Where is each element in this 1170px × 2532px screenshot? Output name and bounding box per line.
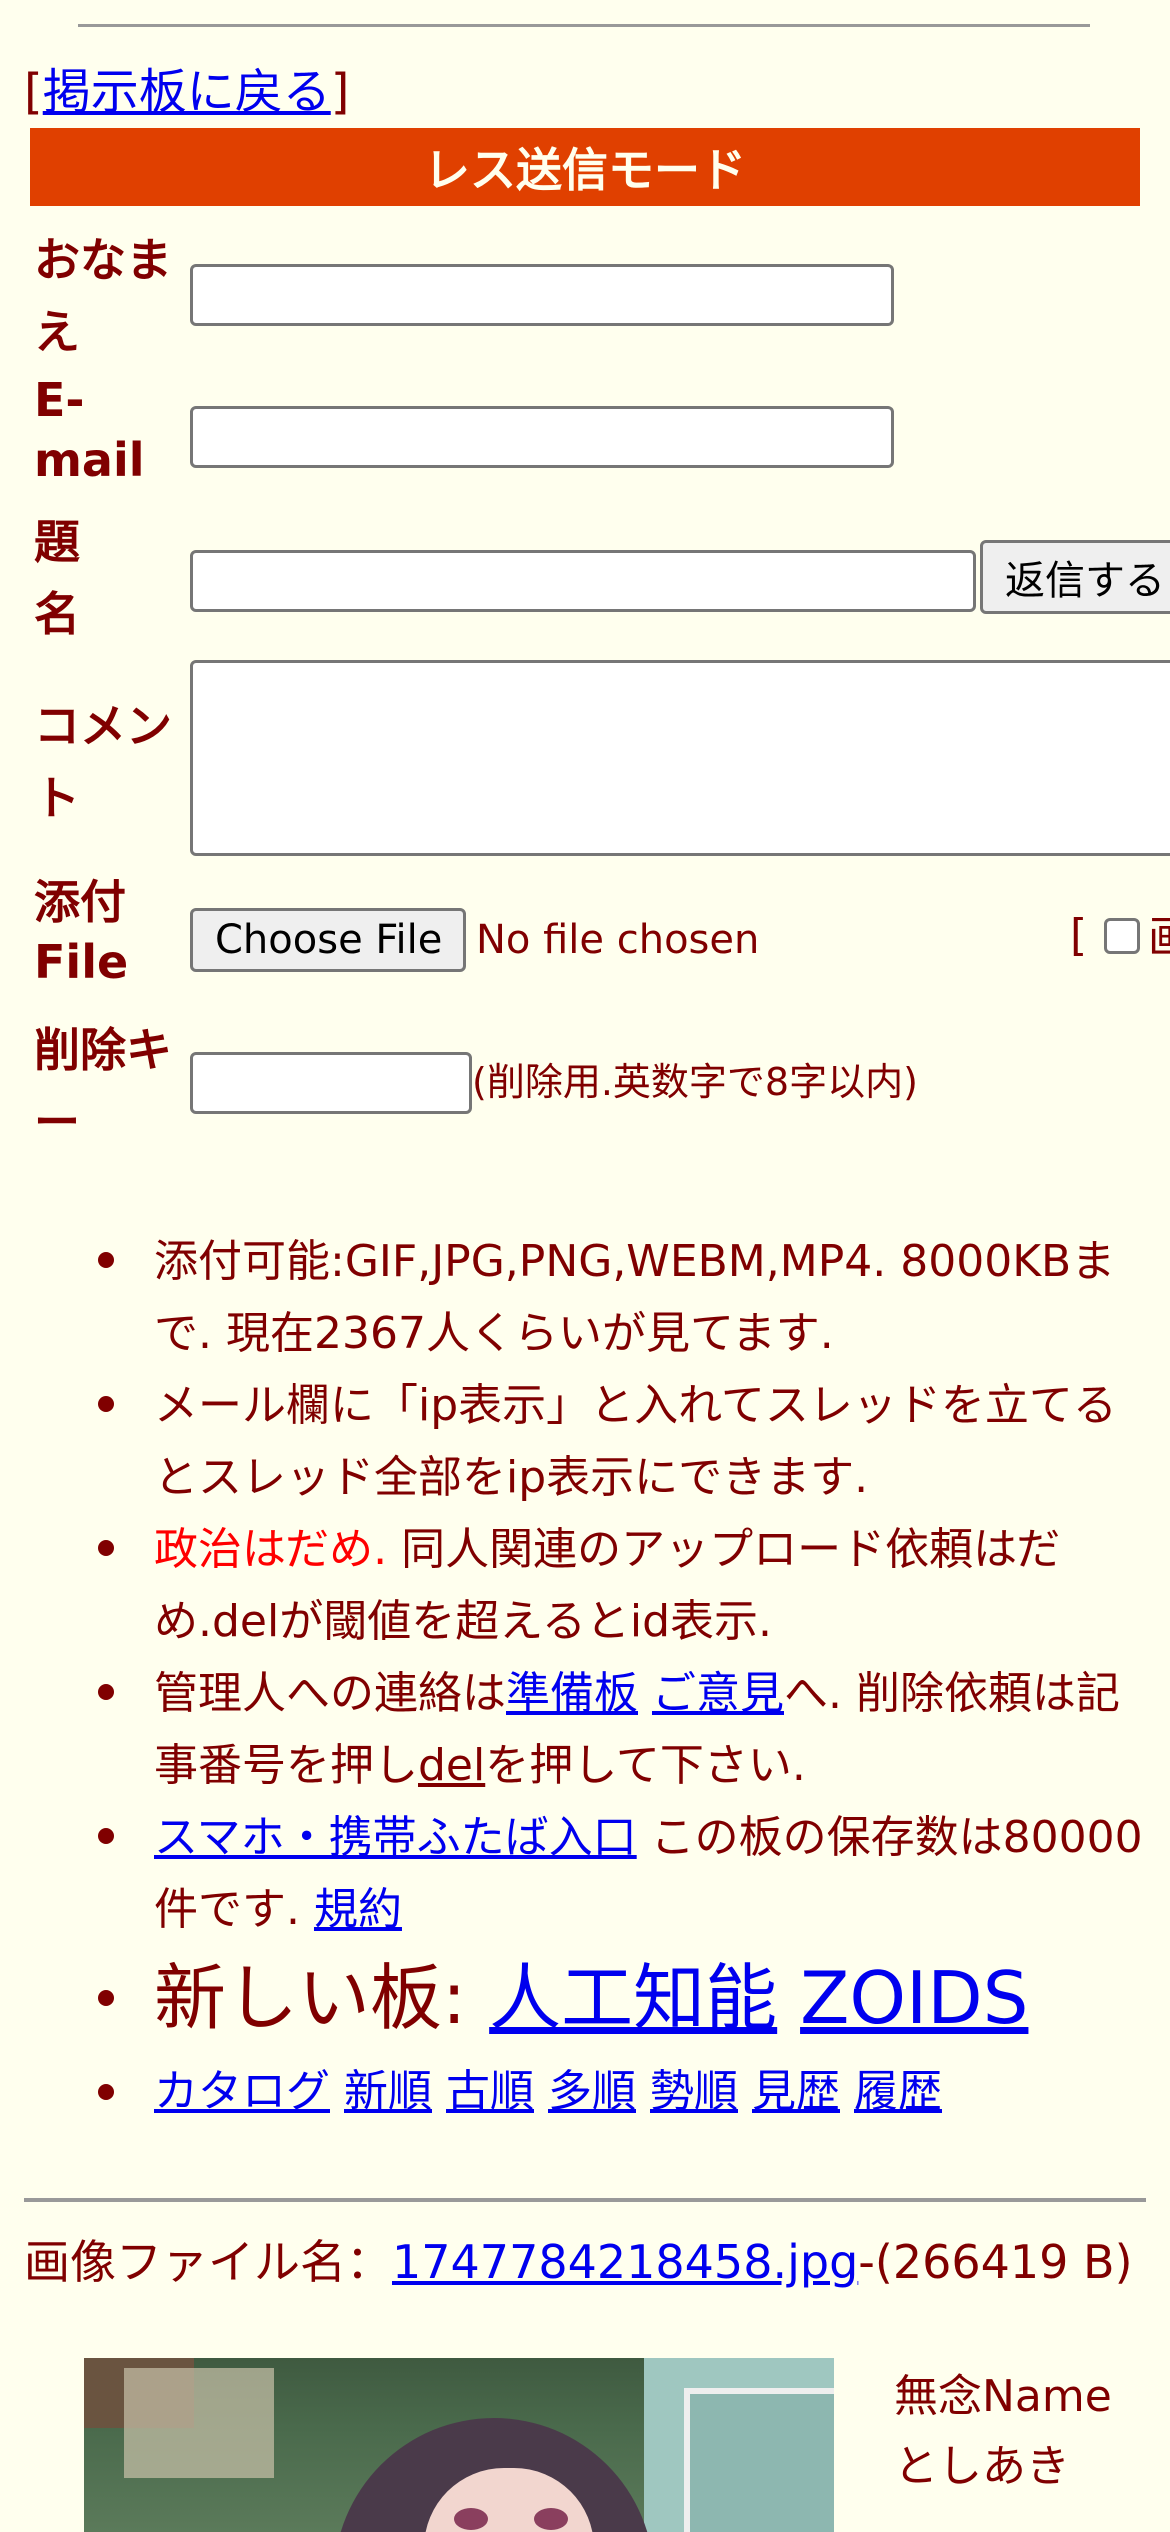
post-image-thumbnail[interactable] bbox=[84, 2358, 834, 2532]
image-option-checkbox[interactable] bbox=[1104, 918, 1140, 954]
feedback-link[interactable]: ご意見 bbox=[652, 1668, 784, 1719]
bullet-icon bbox=[98, 1540, 114, 1556]
viewed-history-link[interactable]: 見歴 bbox=[752, 2066, 840, 2117]
post-file-info: 画像ファイル名：1747784218458.jpg-(266419 B) bbox=[24, 2235, 1133, 2289]
bracket-open: [ bbox=[24, 64, 43, 120]
section-divider bbox=[24, 2198, 1146, 2202]
bracket-close: ] bbox=[330, 64, 350, 120]
bullet-icon bbox=[98, 1396, 114, 1412]
delete-key-note: (削除用.英数字で8字以内) bbox=[472, 1060, 918, 1104]
rule-ip-display: メール欄に「ip表示」と入れてスレッドを立てるとスレッド全部をip表示にできます… bbox=[154, 1380, 1117, 1503]
catalog-link[interactable]: カタログ bbox=[154, 2066, 330, 2117]
rule-mobile: スマホ・携帯ふたば入口 この板の保存数は80000件です. 規約 bbox=[154, 1812, 1143, 1935]
no-file-status: No file chosen bbox=[476, 917, 760, 963]
prep-board-link[interactable]: 準備板 bbox=[506, 1668, 638, 1719]
delete-key-label: 削除キ ー bbox=[34, 1023, 172, 1149]
terms-link[interactable]: 規約 bbox=[314, 1884, 402, 1935]
reply-mode-header: レス送信モード bbox=[30, 128, 1140, 206]
reply-submit-button[interactable]: 返信する bbox=[980, 540, 1170, 614]
email-label: E- mail bbox=[34, 373, 145, 487]
image-option-bracket: [ bbox=[1070, 910, 1088, 961]
back-to-board-link[interactable]: 掲示板に戻る bbox=[43, 64, 331, 120]
image-file-link[interactable]: 1747784218458.jpg bbox=[392, 2235, 858, 2289]
sort-many-link[interactable]: 多順 bbox=[548, 2066, 636, 2117]
name-label: おなま え bbox=[34, 233, 172, 359]
mobile-entrance-link[interactable]: スマホ・携帯ふたば入口 bbox=[154, 1812, 637, 1863]
comment-label: コメン ト bbox=[34, 699, 172, 825]
delete-key-input[interactable] bbox=[190, 1052, 472, 1114]
sort-momentum-link[interactable]: 勢順 bbox=[650, 2066, 738, 2117]
choose-file-button[interactable]: Choose File bbox=[190, 908, 466, 972]
post-history-link[interactable]: 履歴 bbox=[854, 2066, 942, 2117]
subject-input[interactable] bbox=[190, 550, 976, 612]
bullet-icon bbox=[98, 1828, 114, 1844]
comment-textarea[interactable] bbox=[190, 660, 1170, 856]
poster-name: 無念Name としあき bbox=[894, 2371, 1112, 2492]
zoids-board-link[interactable]: ZOIDS bbox=[800, 1956, 1028, 2040]
file-label: 添付 File bbox=[34, 875, 129, 989]
image-option-label: 画 bbox=[1148, 908, 1170, 968]
sort-old-link[interactable]: 古順 bbox=[446, 2066, 534, 2117]
rule-politics: 政治はだめ. 同人関連のアップロード依頼はだめ.delが閾値を超えるとid表示. bbox=[154, 1524, 1061, 1647]
subject-label: 題 名 bbox=[34, 515, 80, 641]
name-input[interactable] bbox=[190, 264, 894, 326]
back-link-container: [掲示板に戻る] bbox=[24, 62, 349, 122]
rule-upload-info: 添付可能:GIF,JPG,PNG,WEBM,MP4. 8000KBまで. 現在2… bbox=[154, 1236, 1116, 1359]
email-input[interactable] bbox=[190, 406, 894, 468]
bullet-icon bbox=[98, 1252, 114, 1268]
bullet-icon bbox=[98, 1684, 114, 1700]
bullet-icon bbox=[98, 2084, 114, 2100]
sort-new-link[interactable]: 新順 bbox=[344, 2066, 432, 2117]
ai-board-link[interactable]: 人工知能 bbox=[489, 1956, 777, 2040]
rule-contact: 管理人への連絡は準備板 ご意見へ. 削除依頼は記事番号を押しdelを押して下さい… bbox=[154, 1668, 1120, 1791]
top-divider bbox=[78, 24, 1090, 27]
bullet-icon bbox=[98, 1990, 114, 2006]
sort-nav: カタログ 新順 古順 多順 勢順 見歴 履歴 bbox=[154, 2056, 1154, 2128]
new-boards: 新しい板: 人工知能 ZOIDS bbox=[154, 1956, 1029, 2040]
del-link[interactable]: del bbox=[418, 1740, 485, 1791]
